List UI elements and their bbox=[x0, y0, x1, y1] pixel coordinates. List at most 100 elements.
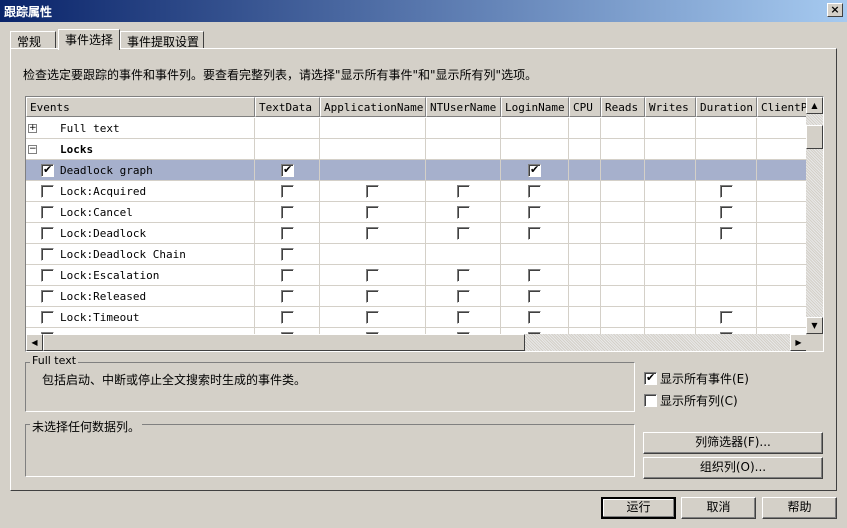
organize-columns-button[interactable]: 组织列(O)... bbox=[643, 457, 823, 479]
column-checkbox[interactable] bbox=[457, 206, 470, 219]
scroll-left-icon[interactable]: ◀ bbox=[26, 334, 43, 351]
column-checkbox[interactable] bbox=[366, 311, 379, 324]
show-all-columns-option[interactable]: 显示所有列(C) bbox=[644, 392, 738, 409]
column-checkbox[interactable] bbox=[720, 185, 733, 198]
grid-cell bbox=[320, 139, 426, 160]
cancel-button[interactable]: 取消 bbox=[681, 497, 756, 519]
event-row[interactable]: Lock:Acquired bbox=[26, 181, 807, 202]
event-checkbox[interactable] bbox=[41, 185, 54, 198]
tab-events-selection[interactable]: 事件选择 bbox=[58, 29, 120, 50]
column-checkbox[interactable] bbox=[457, 185, 470, 198]
column-checkbox[interactable] bbox=[457, 227, 470, 240]
column-checkbox[interactable] bbox=[528, 163, 541, 177]
column-checkbox[interactable] bbox=[528, 185, 541, 198]
column-filters-button[interactable]: 列筛选器(F)... bbox=[643, 432, 823, 454]
show-all-columns-checkbox[interactable] bbox=[644, 394, 657, 407]
column-checkbox[interactable] bbox=[281, 185, 294, 198]
column-checkbox[interactable] bbox=[720, 206, 733, 219]
column-checkbox[interactable] bbox=[366, 185, 379, 198]
show-all-events-checkbox[interactable] bbox=[644, 371, 657, 385]
category-row[interactable]: − Locks bbox=[26, 139, 807, 160]
grid-cell bbox=[645, 244, 696, 265]
grid-cell bbox=[757, 181, 807, 202]
column-checkbox[interactable] bbox=[281, 227, 294, 240]
column-checkbox[interactable] bbox=[366, 227, 379, 240]
column-checkbox[interactable] bbox=[528, 206, 541, 219]
column-checkbox[interactable] bbox=[457, 269, 470, 282]
event-row[interactable]: Lock:Released bbox=[26, 286, 807, 307]
event-checkbox[interactable] bbox=[41, 269, 54, 282]
window-title: 跟踪属性 bbox=[4, 5, 53, 19]
column-checkbox[interactable] bbox=[528, 269, 541, 282]
column-checkbox[interactable] bbox=[720, 311, 733, 324]
event-checkbox[interactable] bbox=[41, 290, 54, 303]
grid-cell bbox=[696, 139, 757, 160]
event-row[interactable]: Lock:Deadlock Chain bbox=[26, 244, 807, 265]
grid-cell bbox=[696, 265, 757, 286]
event-row[interactable]: Lock:Escalation bbox=[26, 265, 807, 286]
grid-cell bbox=[601, 202, 645, 223]
event-label: Lock:Cancel bbox=[60, 206, 133, 219]
column-checkbox[interactable] bbox=[281, 163, 294, 177]
scroll-right-icon[interactable]: ▶ bbox=[790, 334, 807, 351]
grid-cell bbox=[696, 160, 757, 181]
column-checkbox[interactable] bbox=[366, 290, 379, 303]
horizontal-scrollbar[interactable]: ◀ ▶ bbox=[26, 334, 807, 351]
column-header-applicationname[interactable]: ApplicationName bbox=[320, 97, 426, 117]
column-checkbox[interactable] bbox=[281, 311, 294, 324]
column-header-ntusername[interactable]: NTUserName bbox=[426, 97, 501, 117]
grid-cell bbox=[569, 286, 601, 307]
event-checkbox[interactable] bbox=[41, 227, 54, 240]
column-header-textdata[interactable]: TextData bbox=[255, 97, 320, 117]
help-button[interactable]: 帮助 bbox=[762, 497, 837, 519]
event-label: Lock:Timeout bbox=[60, 311, 140, 324]
event-checkbox[interactable] bbox=[41, 206, 54, 219]
grid-cell bbox=[601, 160, 645, 181]
column-header-clientp[interactable]: ClientP bbox=[757, 97, 807, 117]
show-all-events-option[interactable]: 显示所有事件(E) bbox=[644, 370, 749, 387]
column-checkbox[interactable] bbox=[366, 206, 379, 219]
grid-cell bbox=[569, 223, 601, 244]
column-checkbox[interactable] bbox=[281, 206, 294, 219]
vertical-scrollbar[interactable]: ▲ ▼ bbox=[806, 97, 823, 334]
grid-cell bbox=[501, 139, 569, 160]
column-header-writes[interactable]: Writes bbox=[645, 97, 696, 117]
column-checkbox[interactable] bbox=[281, 290, 294, 303]
event-row[interactable]: Lock:Cancel bbox=[26, 202, 807, 223]
expand-icon[interactable]: + bbox=[28, 124, 37, 133]
event-row[interactable]: Lock:Deadlock bbox=[26, 223, 807, 244]
column-checkbox[interactable] bbox=[720, 227, 733, 240]
scroll-down-icon[interactable]: ▼ bbox=[806, 317, 823, 334]
grid-cell bbox=[757, 265, 807, 286]
column-header-cpu[interactable]: CPU bbox=[569, 97, 601, 117]
collapse-icon[interactable]: − bbox=[28, 145, 37, 154]
column-header-events[interactable]: Events bbox=[26, 97, 255, 117]
column-checkbox[interactable] bbox=[528, 227, 541, 240]
events-grid[interactable]: Events TextData ApplicationName NTUserName L… bbox=[25, 96, 824, 352]
run-button[interactable]: 运行 bbox=[601, 497, 676, 519]
column-checkbox[interactable] bbox=[528, 311, 541, 324]
grid-cell bbox=[757, 286, 807, 307]
event-checkbox[interactable] bbox=[41, 248, 54, 261]
tab-general[interactable]: 常规 bbox=[10, 31, 56, 49]
column-checkbox[interactable] bbox=[457, 311, 470, 324]
event-row[interactable]: Deadlock graph bbox=[26, 160, 807, 181]
column-header-loginname[interactable]: LoginName bbox=[501, 97, 569, 117]
event-checkbox[interactable] bbox=[41, 163, 54, 177]
vertical-scroll-thumb[interactable] bbox=[806, 125, 823, 149]
tab-events-extraction[interactable]: 事件提取设置 bbox=[120, 31, 204, 49]
category-row[interactable]: + Full text bbox=[26, 118, 807, 139]
event-checkbox[interactable] bbox=[41, 311, 54, 324]
event-row[interactable]: Lock:Timeout bbox=[26, 307, 807, 328]
column-header-duration[interactable]: Duration bbox=[696, 97, 757, 117]
close-icon[interactable]: × bbox=[827, 3, 843, 17]
scroll-up-icon[interactable]: ▲ bbox=[806, 97, 823, 114]
column-checkbox[interactable] bbox=[281, 248, 294, 261]
column-checkbox[interactable] bbox=[366, 269, 379, 282]
horizontal-scroll-thumb[interactable] bbox=[43, 334, 525, 351]
column-checkbox[interactable] bbox=[528, 290, 541, 303]
grid-cell bbox=[601, 139, 645, 160]
column-checkbox[interactable] bbox=[457, 290, 470, 303]
column-checkbox[interactable] bbox=[281, 269, 294, 282]
column-header-reads[interactable]: Reads bbox=[601, 97, 645, 117]
